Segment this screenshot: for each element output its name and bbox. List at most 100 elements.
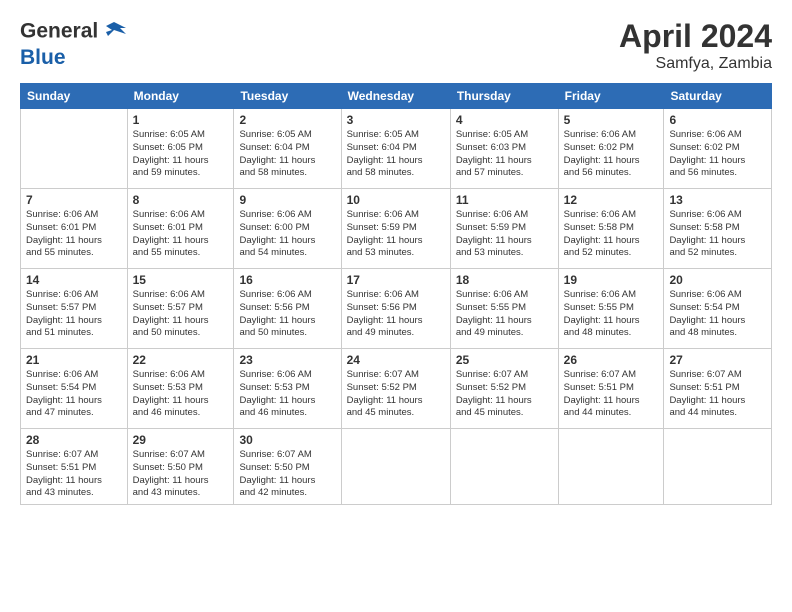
day-info: Sunrise: 6:07 AM Sunset: 5:51 PM Dayligh… bbox=[564, 369, 659, 420]
day-number: 22 bbox=[133, 353, 229, 367]
table-row: 22 Sunrise: 6:06 AM Sunset: 5:53 PM Dayli… bbox=[127, 349, 234, 429]
table-row: 21Sunrise: 6:06 AM Sunset: 5:54 PM Dayli… bbox=[21, 349, 128, 429]
table-row: 4 Sunrise: 6:05 AM Sunset: 6:03 PM Daylig… bbox=[450, 109, 558, 189]
day-number: 24 bbox=[347, 353, 445, 367]
table-row: 14 Sunrise: 6:06 AM Sunset: 5:57 PM Dayli… bbox=[21, 269, 128, 349]
table-row: 11Sunrise: 6:06 AM Sunset: 5:59 PM Dayli… bbox=[450, 189, 558, 269]
table-row: 26 Sunrise: 6:07 AM Sunset: 5:51 PM Dayli… bbox=[558, 349, 664, 429]
day-info: Sunrise: 6:06 AM Sunset: 6:02 PM Dayligh… bbox=[564, 129, 659, 180]
table-row: 18Sunrise: 6:06 AM Sunset: 5:55 PM Dayli… bbox=[450, 269, 558, 349]
day-info: Sunrise: 6:06 AM Sunset: 5:54 PM Dayligh… bbox=[669, 289, 766, 340]
day-info: Sunrise: 6:05 AM Sunset: 6:04 PM Dayligh… bbox=[239, 129, 335, 180]
table-row: 7 Sunrise: 6:06 AM Sunset: 6:01 PM Daylig… bbox=[21, 189, 128, 269]
table-row: 15Sunrise: 6:06 AM Sunset: 5:57 PM Dayli… bbox=[127, 269, 234, 349]
day-number: 5 bbox=[564, 113, 659, 127]
table-row: 10Sunrise: 6:06 AM Sunset: 5:59 PM Dayli… bbox=[341, 189, 450, 269]
day-info: Sunrise: 6:06 AM Sunset: 5:59 PM Dayligh… bbox=[456, 209, 553, 260]
page-header: General Blue April 2024 Samfya, Zambia bbox=[20, 18, 772, 73]
table-row: 20 Sunrise: 6:06 AM Sunset: 5:54 PM Dayli… bbox=[664, 269, 772, 349]
day-number: 16 bbox=[239, 273, 335, 287]
day-number: 12 bbox=[564, 193, 659, 207]
day-info: Sunrise: 6:06 AM Sunset: 6:00 PM Dayligh… bbox=[239, 209, 335, 260]
table-row: 17 Sunrise: 6:06 AM Sunset: 5:56 PM Dayli… bbox=[341, 269, 450, 349]
col-saturday: Saturday bbox=[664, 84, 772, 109]
day-number: 6 bbox=[669, 113, 766, 127]
table-row: 12 Sunrise: 6:06 AM Sunset: 5:58 PM Dayli… bbox=[558, 189, 664, 269]
day-number: 17 bbox=[347, 273, 445, 287]
table-row bbox=[558, 429, 664, 505]
col-monday: Monday bbox=[127, 84, 234, 109]
table-row: 19Sunrise: 6:06 AM Sunset: 5:55 PM Dayli… bbox=[558, 269, 664, 349]
day-info: Sunrise: 6:06 AM Sunset: 5:55 PM Dayligh… bbox=[564, 289, 659, 340]
day-number: 30 bbox=[239, 433, 335, 447]
day-info: Sunrise: 6:06 AM Sunset: 5:56 PM Dayligh… bbox=[347, 289, 445, 340]
table-row: 9 Sunrise: 6:06 AM Sunset: 6:00 PM Daylig… bbox=[234, 189, 341, 269]
day-info: Sunrise: 6:06 AM Sunset: 5:57 PM Dayligh… bbox=[26, 289, 122, 340]
day-info: Sunrise: 6:05 AM Sunset: 6:05 PM Dayligh… bbox=[133, 129, 229, 180]
calendar-table: Sunday Monday Tuesday Wednesday Thursday… bbox=[20, 83, 772, 505]
calendar-week-row: 21Sunrise: 6:06 AM Sunset: 5:54 PM Dayli… bbox=[21, 349, 772, 429]
day-number: 7 bbox=[26, 193, 122, 207]
day-info: Sunrise: 6:06 AM Sunset: 5:54 PM Dayligh… bbox=[26, 369, 122, 420]
calendar-week-row: 28 Sunrise: 6:07 AM Sunset: 5:51 PM Dayli… bbox=[21, 429, 772, 505]
day-info: Sunrise: 6:06 AM Sunset: 6:01 PM Dayligh… bbox=[133, 209, 229, 260]
logo-general: General bbox=[20, 20, 98, 43]
table-row: 13Sunrise: 6:06 AM Sunset: 5:58 PM Dayli… bbox=[664, 189, 772, 269]
day-info: Sunrise: 6:06 AM Sunset: 5:56 PM Dayligh… bbox=[239, 289, 335, 340]
day-number: 25 bbox=[456, 353, 553, 367]
day-number: 23 bbox=[239, 353, 335, 367]
table-row bbox=[450, 429, 558, 505]
day-info: Sunrise: 6:05 AM Sunset: 6:03 PM Dayligh… bbox=[456, 129, 553, 180]
day-number: 28 bbox=[26, 433, 122, 447]
table-row: 30 Sunrise: 6:07 AM Sunset: 5:50 PM Dayli… bbox=[234, 429, 341, 505]
table-row: 8 Sunrise: 6:06 AM Sunset: 6:01 PM Daylig… bbox=[127, 189, 234, 269]
day-number: 14 bbox=[26, 273, 122, 287]
day-number: 29 bbox=[133, 433, 229, 447]
day-number: 9 bbox=[239, 193, 335, 207]
table-row bbox=[664, 429, 772, 505]
table-row: 1 Sunrise: 6:05 AM Sunset: 6:05 PM Daylig… bbox=[127, 109, 234, 189]
col-tuesday: Tuesday bbox=[234, 84, 341, 109]
day-number: 2 bbox=[239, 113, 335, 127]
calendar-header-row: Sunday Monday Tuesday Wednesday Thursday… bbox=[21, 84, 772, 109]
day-number: 4 bbox=[456, 113, 553, 127]
day-number: 20 bbox=[669, 273, 766, 287]
month-year-title: April 2024 bbox=[619, 18, 772, 55]
day-info: Sunrise: 6:07 AM Sunset: 5:50 PM Dayligh… bbox=[239, 449, 335, 500]
day-info: Sunrise: 6:07 AM Sunset: 5:51 PM Dayligh… bbox=[26, 449, 122, 500]
day-info: Sunrise: 6:06 AM Sunset: 5:57 PM Dayligh… bbox=[133, 289, 229, 340]
day-number: 26 bbox=[564, 353, 659, 367]
day-info: Sunrise: 6:07 AM Sunset: 5:51 PM Dayligh… bbox=[669, 369, 766, 420]
col-sunday: Sunday bbox=[21, 84, 128, 109]
calendar-week-row: 7 Sunrise: 6:06 AM Sunset: 6:01 PM Daylig… bbox=[21, 189, 772, 269]
col-thursday: Thursday bbox=[450, 84, 558, 109]
day-info: Sunrise: 6:06 AM Sunset: 6:02 PM Dayligh… bbox=[669, 129, 766, 180]
day-number: 8 bbox=[133, 193, 229, 207]
calendar-week-row: 14 Sunrise: 6:06 AM Sunset: 5:57 PM Dayli… bbox=[21, 269, 772, 349]
day-number: 1 bbox=[133, 113, 229, 127]
table-row: 3 Sunrise: 6:05 AM Sunset: 6:04 PM Daylig… bbox=[341, 109, 450, 189]
day-info: Sunrise: 6:06 AM Sunset: 5:58 PM Dayligh… bbox=[564, 209, 659, 260]
table-row: 25Sunrise: 6:07 AM Sunset: 5:52 PM Dayli… bbox=[450, 349, 558, 429]
logo: General Blue bbox=[20, 18, 128, 69]
day-info: Sunrise: 6:06 AM Sunset: 6:01 PM Dayligh… bbox=[26, 209, 122, 260]
day-info: Sunrise: 6:06 AM Sunset: 5:59 PM Dayligh… bbox=[347, 209, 445, 260]
table-row: 5 Sunrise: 6:06 AM Sunset: 6:02 PM Daylig… bbox=[558, 109, 664, 189]
table-row: 24Sunrise: 6:07 AM Sunset: 5:52 PM Dayli… bbox=[341, 349, 450, 429]
table-row: 23 Sunrise: 6:06 AM Sunset: 5:53 PM Dayli… bbox=[234, 349, 341, 429]
day-number: 3 bbox=[347, 113, 445, 127]
table-row: 27Sunrise: 6:07 AM Sunset: 5:51 PM Dayli… bbox=[664, 349, 772, 429]
calendar-week-row: 1 Sunrise: 6:05 AM Sunset: 6:05 PM Daylig… bbox=[21, 109, 772, 189]
table-row bbox=[21, 109, 128, 189]
table-row: 16 Sunrise: 6:06 AM Sunset: 5:56 PM Dayli… bbox=[234, 269, 341, 349]
day-info: Sunrise: 6:06 AM Sunset: 5:53 PM Dayligh… bbox=[133, 369, 229, 420]
table-row: 6 Sunrise: 6:06 AM Sunset: 6:02 PM Daylig… bbox=[664, 109, 772, 189]
day-info: Sunrise: 6:05 AM Sunset: 6:04 PM Dayligh… bbox=[347, 129, 445, 180]
table-row: 2 Sunrise: 6:05 AM Sunset: 6:04 PM Daylig… bbox=[234, 109, 341, 189]
logo-blue: Blue bbox=[20, 46, 128, 69]
day-info: Sunrise: 6:06 AM Sunset: 5:53 PM Dayligh… bbox=[239, 369, 335, 420]
day-info: Sunrise: 6:06 AM Sunset: 5:55 PM Dayligh… bbox=[456, 289, 553, 340]
location-title: Samfya, Zambia bbox=[619, 55, 772, 73]
title-block: April 2024 Samfya, Zambia bbox=[619, 18, 772, 73]
table-row bbox=[341, 429, 450, 505]
